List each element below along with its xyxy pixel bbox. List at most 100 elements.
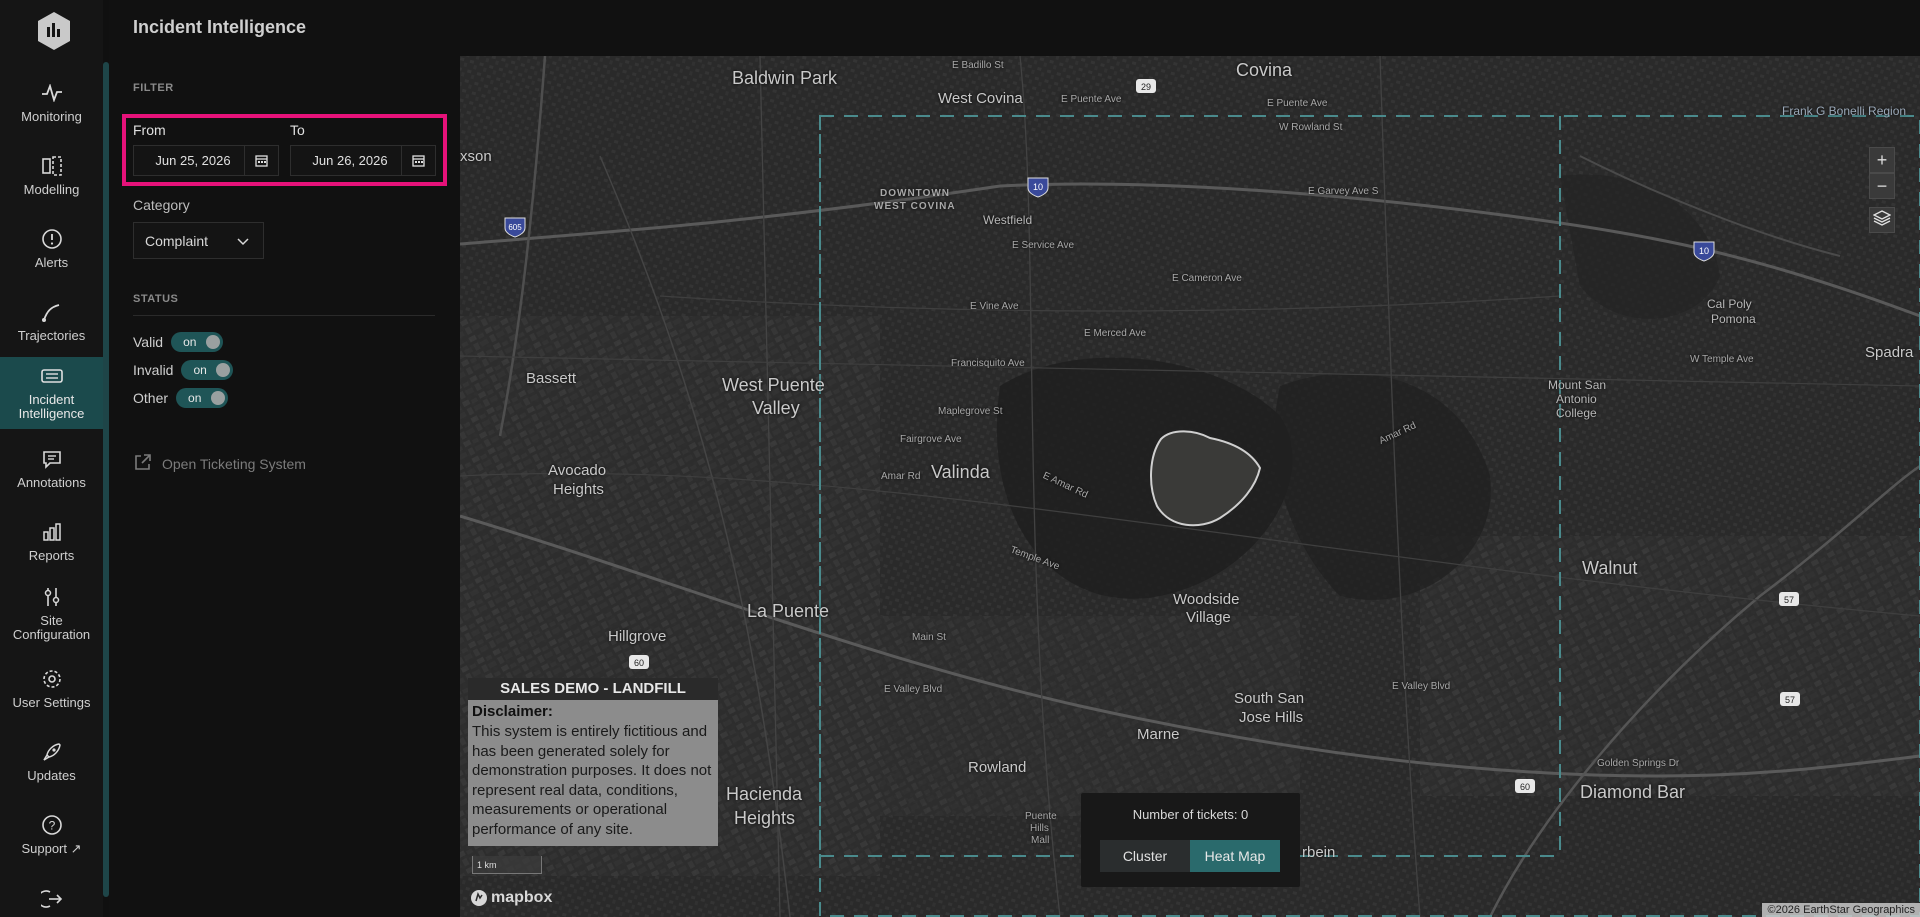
street-label: E Valley Blvd [1392,681,1451,692]
nav-label: Annotations [17,475,86,490]
external-link-icon: ↗ [70,841,82,856]
nav-logout[interactable] [0,880,103,917]
map-label: DOWNTOWN [880,188,951,199]
map-label: Woodside [1173,591,1240,608]
logout-icon [39,886,65,912]
ticket-count: Number of tickets: 0 [1132,807,1249,822]
nav-reports[interactable]: Reports [0,513,103,585]
to-date-field[interactable]: Jun 26, 2026 [290,145,436,176]
mapbox-logo[interactable]: mapbox [470,889,552,907]
to-date-value[interactable]: Jun 26, 2026 [291,153,401,168]
alert-circle-icon [39,226,65,252]
nav-incident-intelligence[interactable]: Incident Intelligence [0,357,103,429]
status-valid-row: Valid on [133,331,224,353]
nav-monitoring[interactable]: Monitoring [0,74,103,146]
nav-modelling[interactable]: Modelling [0,147,103,219]
nav-updates[interactable]: Updates [0,733,103,805]
calendar-icon[interactable] [401,146,435,175]
mapbox-icon [471,890,487,906]
nav-label: Incident Intelligence [18,392,85,421]
street-label: E Puente Ave [1061,94,1122,105]
map-label: College [1556,406,1597,420]
svg-text:60: 60 [1520,782,1530,792]
zoom-in-button[interactable]: + [1869,147,1895,173]
street-label: Francisquito Ave [951,358,1025,369]
disclaimer-body: This system is entirely fictitious and h… [472,723,712,838]
other-toggle[interactable]: on [176,388,229,408]
invalid-toggle[interactable]: on [181,360,234,380]
map-attribution[interactable]: ©2026 EarthStar Geographics [1762,903,1920,917]
map-label: Bassett [526,370,577,387]
interstate-10-shield: 10 [1693,241,1715,262]
street-label: E Service Ave [1012,240,1075,251]
map-label: Puente [1025,811,1057,822]
map-label: Village [1186,609,1231,626]
street-label: E Garvey Ave S [1308,186,1379,197]
toggle-label: Valid [133,334,164,350]
map-view[interactable]: 605 10 10 29 60 60 57 57 Baldwin Park Co… [460,56,1920,917]
map-label: Hills [1030,823,1049,834]
rocket-icon [39,739,65,765]
svg-text:57: 57 [1784,595,1794,605]
map-label: Valley [752,398,800,418]
map-label: Hillgrove [608,628,667,645]
valid-toggle[interactable]: on [171,332,224,352]
top-bar [109,0,1920,56]
nav-site-configuration[interactable]: Site Configuration [0,578,103,650]
status-heading: STATUS [133,293,179,305]
svg-text:57: 57 [1785,695,1795,705]
route-57-shield: 57 [1780,692,1800,706]
gear-icon [39,666,65,692]
street-label: Amar Rd [881,471,921,482]
nav-user-settings[interactable]: User Settings [0,660,103,732]
map-label: Valinda [931,462,990,482]
street-label: E Puente Ave [1267,98,1328,109]
ticket-icon [39,363,65,389]
nav-label: Alerts [34,255,69,270]
map-label: Westfield [983,213,1033,227]
from-date-value[interactable]: Jun 25, 2026 [134,153,244,168]
map-label: Pomona [1711,312,1756,326]
street-label: W Rowland St [1279,122,1343,133]
nav-label: Updates [27,768,76,783]
map-label: Spadra [1865,344,1914,361]
map-label: La Puente [747,601,830,621]
open-ticketing-link[interactable]: Open Ticketing System [133,453,306,475]
nav-label: Support ↗ [21,841,82,856]
nav-label: Monitoring [21,109,82,124]
category-select[interactable]: Complaint [133,222,264,259]
disclaimer-box: SALES DEMO - LANDFILL Disclaimer: This s… [468,678,718,846]
zoom-out-button[interactable]: − [1869,173,1895,199]
map-label: South San [1234,690,1305,707]
nav-support[interactable]: ? Support ↗ [0,806,103,878]
disclaimer-title: Disclaimer: [472,703,553,720]
from-date-field[interactable]: Jun 25, 2026 [133,145,279,176]
map-label: WEST COVINA [874,201,956,212]
route-60-shield: 60 [1515,779,1535,793]
map-label: rbein [1302,844,1336,861]
map-label: Baldwin Park [732,68,838,88]
nav-trajectories[interactable]: Trajectories [0,293,103,365]
nav-rail: Monitoring Modelling Alerts Trajectories [0,0,103,917]
modelling-icon [39,153,65,179]
trajectory-icon [39,299,65,325]
heatmap-button[interactable]: Heat Map [1190,840,1280,872]
app-logo[interactable] [36,11,72,51]
svg-text:?: ? [48,819,55,833]
external-link-icon [133,453,152,475]
pulse-icon [39,80,65,106]
cluster-button[interactable]: Cluster [1100,840,1190,872]
nav-label: User Settings [12,695,91,710]
layers-icon [1872,209,1892,231]
map-label: Antonio [1556,392,1597,406]
map-label: xson [460,148,492,165]
nav-annotations[interactable]: Annotations [0,440,103,512]
map-label: Walnut [1582,558,1638,578]
nav-alerts[interactable]: Alerts [0,220,103,292]
map-label: Frank G Bonelli Region [1782,104,1907,118]
layers-button[interactable] [1869,207,1895,233]
calendar-icon[interactable] [244,146,278,175]
street-label: Main St [912,632,946,643]
map-label: West Puente [722,375,825,395]
map-label: Marne [1137,726,1180,743]
